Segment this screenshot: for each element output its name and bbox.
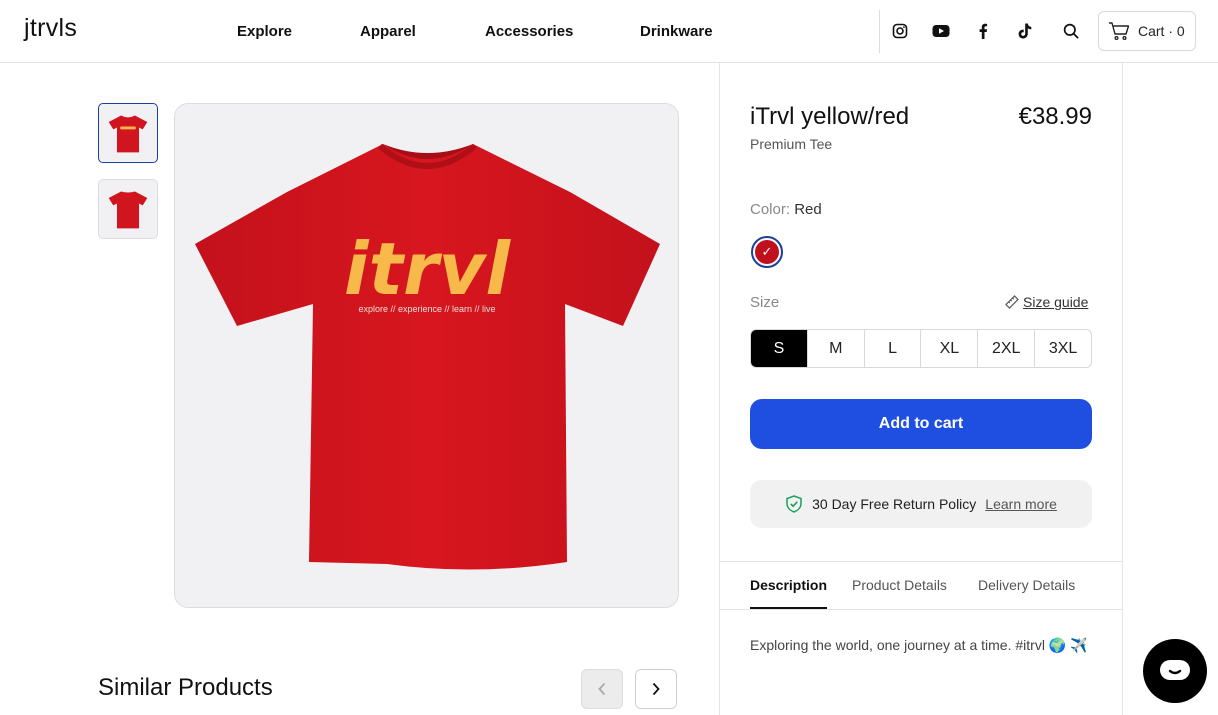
size-option-l[interactable]: L xyxy=(865,330,922,367)
shield-check-icon xyxy=(786,495,802,513)
return-policy-text: 30 Day Free Return Policy xyxy=(812,496,977,512)
size-guide-text: Size guide xyxy=(1023,294,1089,310)
main-product-image[interactable]: itrvl explore // experience // learn // … xyxy=(174,103,679,608)
tabs-top-divider xyxy=(720,561,1122,562)
product-description: Exploring the world, one journey at a ti… xyxy=(750,637,1088,653)
tab-delivery-details[interactable]: Delivery Details xyxy=(978,577,1075,593)
chat-icon xyxy=(1160,660,1190,680)
cart-label: Cart · 0 xyxy=(1138,23,1185,39)
check-icon: ✓ xyxy=(755,240,779,264)
color-value: Red xyxy=(794,201,822,218)
header-divider xyxy=(879,10,880,53)
chevron-right-icon xyxy=(652,682,660,696)
youtube-icon[interactable] xyxy=(930,20,952,42)
nav-explore[interactable]: Explore xyxy=(237,23,292,40)
product-info-panel xyxy=(719,63,1123,715)
facebook-icon[interactable] xyxy=(972,20,994,42)
return-policy-banner: 30 Day Free Return Policy Learn more xyxy=(750,480,1092,528)
size-option-2xl[interactable]: 2XL xyxy=(978,330,1036,367)
size-option-s[interactable]: S xyxy=(751,330,808,367)
product-title: iTrvl yellow/red xyxy=(750,103,910,130)
shirt-print-tagline: explore // experience // learn // live xyxy=(358,304,495,314)
site-logo[interactable]: jtrvls xyxy=(24,14,77,43)
instagram-icon[interactable] xyxy=(889,20,911,42)
tab-product-details[interactable]: Product Details xyxy=(852,577,947,593)
tabs-bottom-divider xyxy=(720,609,1122,610)
learn-more-link[interactable]: Learn more xyxy=(985,496,1057,512)
product-subtitle: Premium Tee xyxy=(750,136,833,152)
color-swatch-red[interactable]: ✓ xyxy=(751,236,783,268)
carousel-next-button[interactable] xyxy=(635,669,677,709)
ruler-icon xyxy=(1005,295,1019,309)
nav-apparel[interactable]: Apparel xyxy=(360,23,416,40)
size-option-xl[interactable]: XL xyxy=(921,330,979,367)
tab-description[interactable]: Description xyxy=(750,577,827,593)
carousel-prev-button[interactable] xyxy=(581,669,623,709)
add-to-cart-button[interactable]: Add to cart xyxy=(750,399,1092,449)
size-selector: S M L XL 2XL 3XL xyxy=(750,329,1092,368)
size-label: Size xyxy=(750,294,780,311)
cart-button[interactable]: Cart · 0 xyxy=(1098,11,1196,51)
color-label-text: Color: xyxy=(750,201,791,218)
similar-products-heading: Similar Products xyxy=(98,674,273,701)
size-option-m[interactable]: M xyxy=(808,330,865,367)
site-header: jtrvls Explore Apparel Accessories Drink… xyxy=(0,0,1218,63)
size-guide-link[interactable]: Size guide xyxy=(1005,294,1088,310)
chat-button[interactable] xyxy=(1143,639,1207,703)
color-label: Color: Red xyxy=(750,201,822,218)
chevron-left-icon xyxy=(598,682,606,696)
nav-drinkware[interactable]: Drinkware xyxy=(640,23,713,40)
product-price: €38.99 xyxy=(1018,103,1092,130)
cart-icon xyxy=(1109,22,1130,41)
shirt-back-thumbnail-image xyxy=(108,191,148,229)
shirt-front-thumbnail-image xyxy=(108,115,148,153)
size-option-3xl[interactable]: 3XL xyxy=(1035,330,1091,367)
thumbnail-front[interactable] xyxy=(98,103,158,163)
red-tshirt-image: itrvl explore // experience // learn // … xyxy=(195,143,660,570)
search-icon[interactable] xyxy=(1060,20,1082,42)
thumbnail-back[interactable] xyxy=(98,179,158,239)
shirt-print-logo: itrvl xyxy=(344,227,512,311)
nav-accessories[interactable]: Accessories xyxy=(485,23,573,40)
tiktok-icon[interactable] xyxy=(1014,20,1036,42)
